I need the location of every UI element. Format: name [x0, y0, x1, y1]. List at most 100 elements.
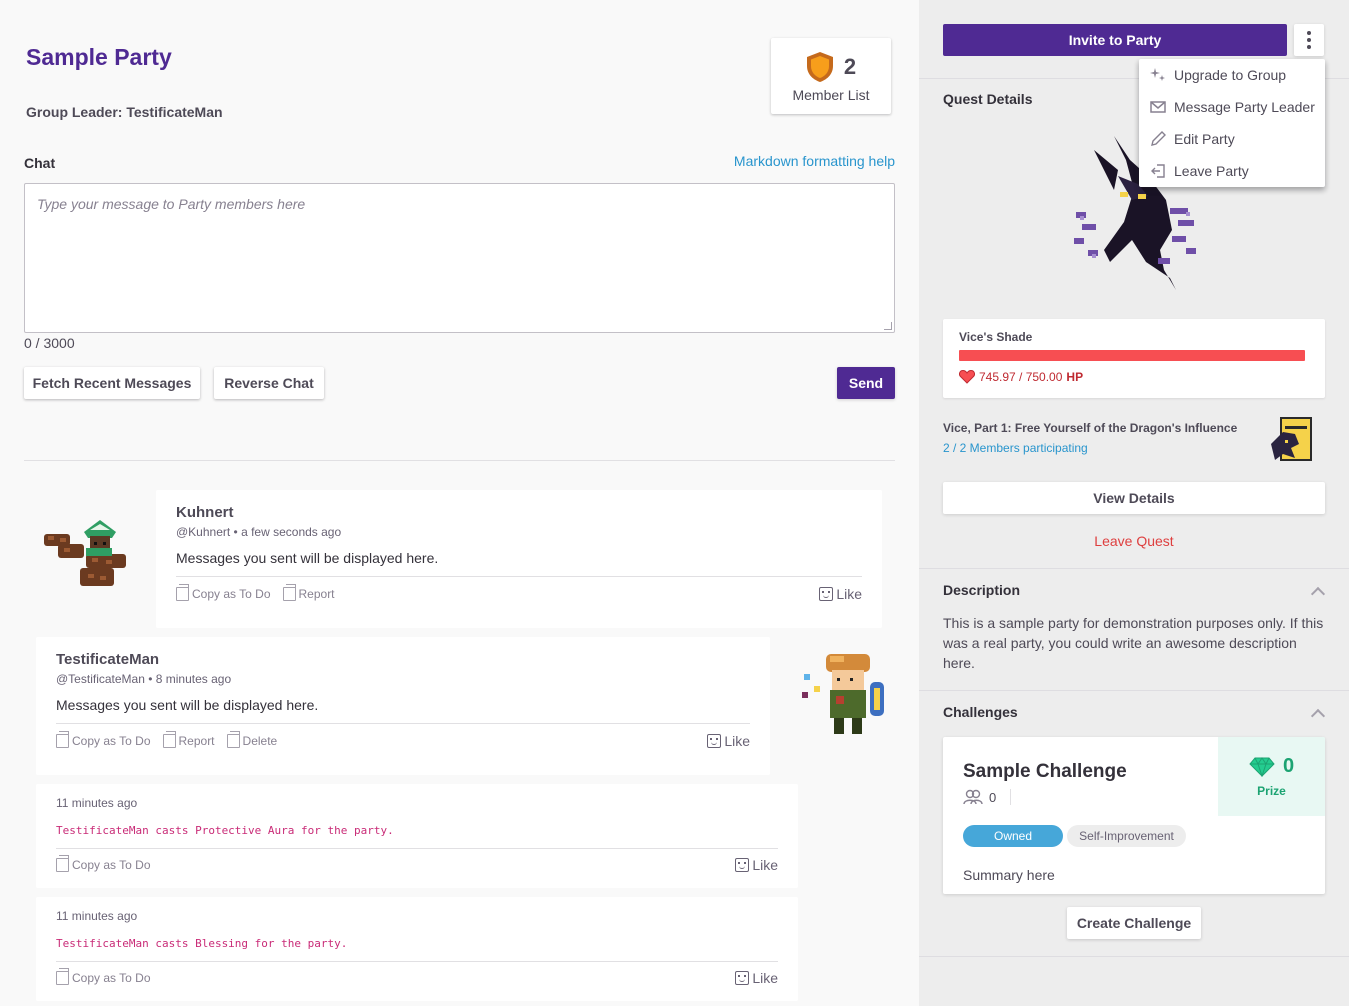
- copy-as-todo-button[interactable]: Copy as To Do: [56, 968, 151, 985]
- chat-label: Chat: [24, 155, 56, 171]
- reverse-chat-button[interactable]: Reverse Chat: [214, 367, 324, 399]
- copy-icon: [56, 968, 69, 985]
- copy-as-todo-button[interactable]: Copy as To Do: [176, 584, 271, 601]
- message-time: 11 minutes ago: [56, 796, 138, 810]
- message-meta: @TestificateMan • 8 minutes ago: [56, 672, 232, 686]
- char-count: 0 / 3000: [24, 335, 75, 351]
- party-title: Sample Party: [26, 44, 172, 70]
- message-actions: Copy as To Do Report Delete: [56, 731, 277, 748]
- message-time: 11 minutes ago: [56, 909, 138, 923]
- system-message: 11 minutes ago TestificateMan casts Bles…: [36, 897, 798, 1001]
- divider: [919, 568, 1349, 569]
- create-challenge-button[interactable]: Create Challenge: [1067, 907, 1201, 939]
- exit-icon: [1150, 163, 1166, 179]
- hp-unit: HP: [1066, 369, 1084, 384]
- copy-as-todo-button[interactable]: Copy as To Do: [56, 855, 151, 872]
- message-meta: @Kuhnert • a few seconds ago: [176, 525, 342, 539]
- pencil-icon: [1150, 131, 1166, 147]
- users-icon: [963, 789, 983, 805]
- hp-value: 745.97 / 750.00: [979, 369, 1063, 384]
- message-author[interactable]: Kuhnert: [176, 504, 234, 521]
- chat-input[interactable]: Type your message to Party members here: [24, 183, 895, 333]
- message-actions: Copy as To Do Report: [176, 584, 335, 601]
- gem-icon: [1249, 756, 1275, 777]
- leave-quest-link[interactable]: Leave Quest: [943, 533, 1325, 549]
- fetch-recent-messages-button[interactable]: Fetch Recent Messages: [24, 367, 200, 399]
- quest-participants-link[interactable]: 2 / 2 Members participating: [943, 441, 1088, 455]
- description-text: This is a sample party for demonstration…: [943, 615, 1324, 671]
- message-text: Messages you sent will be displayed here…: [56, 697, 319, 713]
- group-leader: Group Leader: TestificateMan: [26, 104, 223, 120]
- kebab-icon: [1307, 31, 1311, 35]
- boss-card: Vice's Shade 745.97 / 750.00 HP: [943, 319, 1325, 398]
- main-content: Sample Party Group Leader: TestificateMa…: [0, 0, 919, 1006]
- smile-icon: [735, 971, 750, 985]
- copy-icon: [56, 731, 69, 748]
- category-badge[interactable]: Self-Improvement: [1067, 825, 1186, 847]
- like-button[interactable]: Like: [819, 586, 862, 602]
- divider: [56, 961, 778, 962]
- smile-icon: [819, 587, 834, 601]
- boss-name: Vice's Shade: [959, 330, 1033, 344]
- like-button[interactable]: Like: [735, 857, 778, 873]
- boss-health-bar: [959, 350, 1306, 361]
- report-button[interactable]: Report: [282, 584, 335, 601]
- divider: [24, 460, 895, 461]
- menu-item-upgrade-to-group[interactable]: Upgrade to Group: [1139, 59, 1325, 91]
- member-count: 2: [843, 54, 857, 79]
- view-details-button[interactable]: View Details: [943, 482, 1325, 514]
- challenges-heading[interactable]: Challenges: [943, 704, 1018, 720]
- markdown-help-link[interactable]: Markdown formatting help: [734, 153, 895, 169]
- chat-placeholder: Type your message to Party members here: [37, 196, 306, 212]
- chevron-up-icon[interactable]: [1310, 708, 1326, 724]
- chevron-up-icon[interactable]: [1310, 586, 1326, 602]
- copy-icon: [56, 855, 69, 872]
- challenge-card[interactable]: Sample Challenge 0 0 Prize Owned Self-Im…: [943, 737, 1325, 894]
- copy-as-todo-button[interactable]: Copy as To Do: [56, 731, 151, 748]
- menu-item-message-party-leader[interactable]: Message Party Leader: [1139, 91, 1325, 123]
- message-text: Messages you sent will be displayed here…: [176, 550, 439, 566]
- menu-item-label: Message Party Leader: [1174, 99, 1315, 115]
- shield-icon: [806, 52, 833, 82]
- flag-icon: [162, 731, 176, 748]
- report-button[interactable]: Report: [162, 731, 215, 748]
- divider: [56, 848, 778, 849]
- chat-message: Kuhnert @Kuhnert • a few seconds ago Mes…: [156, 490, 882, 628]
- chat-message: TestificateMan @TestificateMan • 8 minut…: [36, 637, 770, 775]
- like-button[interactable]: Like: [735, 970, 778, 986]
- challenge-title[interactable]: Sample Challenge: [963, 761, 1127, 783]
- quest-scroll-icon: [1271, 417, 1312, 461]
- member-list-button[interactable]: 2 Member List: [771, 38, 891, 114]
- menu-item-label: Edit Party: [1174, 131, 1235, 147]
- prize-box: 0 Prize: [1218, 737, 1325, 816]
- more-options-button[interactable]: [1294, 24, 1324, 56]
- menu-item-leave-party[interactable]: Leave Party: [1139, 155, 1325, 187]
- system-text: TestificateMan casts Blessing for the pa…: [56, 937, 348, 950]
- sparkle-icon: [1150, 67, 1166, 83]
- challenge-summary: Summary here: [963, 867, 1055, 883]
- message-actions: Copy as To Do: [56, 855, 151, 872]
- flag-icon: [282, 584, 296, 601]
- challenge-members: 0: [963, 789, 1012, 805]
- avatar[interactable]: [800, 652, 890, 736]
- owned-badge: Owned: [963, 825, 1063, 847]
- send-button[interactable]: Send: [837, 367, 895, 399]
- resize-handle[interactable]: [884, 322, 892, 330]
- quest-title: Vice, Part 1: Free Yourself of the Drago…: [943, 421, 1238, 435]
- prize-value: 0: [1282, 755, 1295, 777]
- message-author[interactable]: TestificateMan: [56, 651, 159, 668]
- envelope-icon: [1150, 99, 1166, 115]
- divider: [919, 956, 1349, 957]
- system-text: TestificateMan casts Protective Aura for…: [56, 824, 394, 837]
- system-message: 11 minutes ago TestificateMan casts Prot…: [36, 784, 798, 888]
- like-button[interactable]: Like: [707, 733, 750, 749]
- invite-to-party-button[interactable]: Invite to Party: [943, 24, 1287, 56]
- menu-item-label: Upgrade to Group: [1174, 67, 1287, 83]
- delete-button[interactable]: Delete: [226, 731, 277, 748]
- divider: [176, 576, 862, 577]
- description-heading[interactable]: Description: [943, 582, 1020, 598]
- avatar[interactable]: [40, 518, 132, 594]
- copy-icon: [176, 584, 189, 601]
- heart-icon: [959, 369, 975, 384]
- menu-item-edit-party[interactable]: Edit Party: [1139, 123, 1325, 155]
